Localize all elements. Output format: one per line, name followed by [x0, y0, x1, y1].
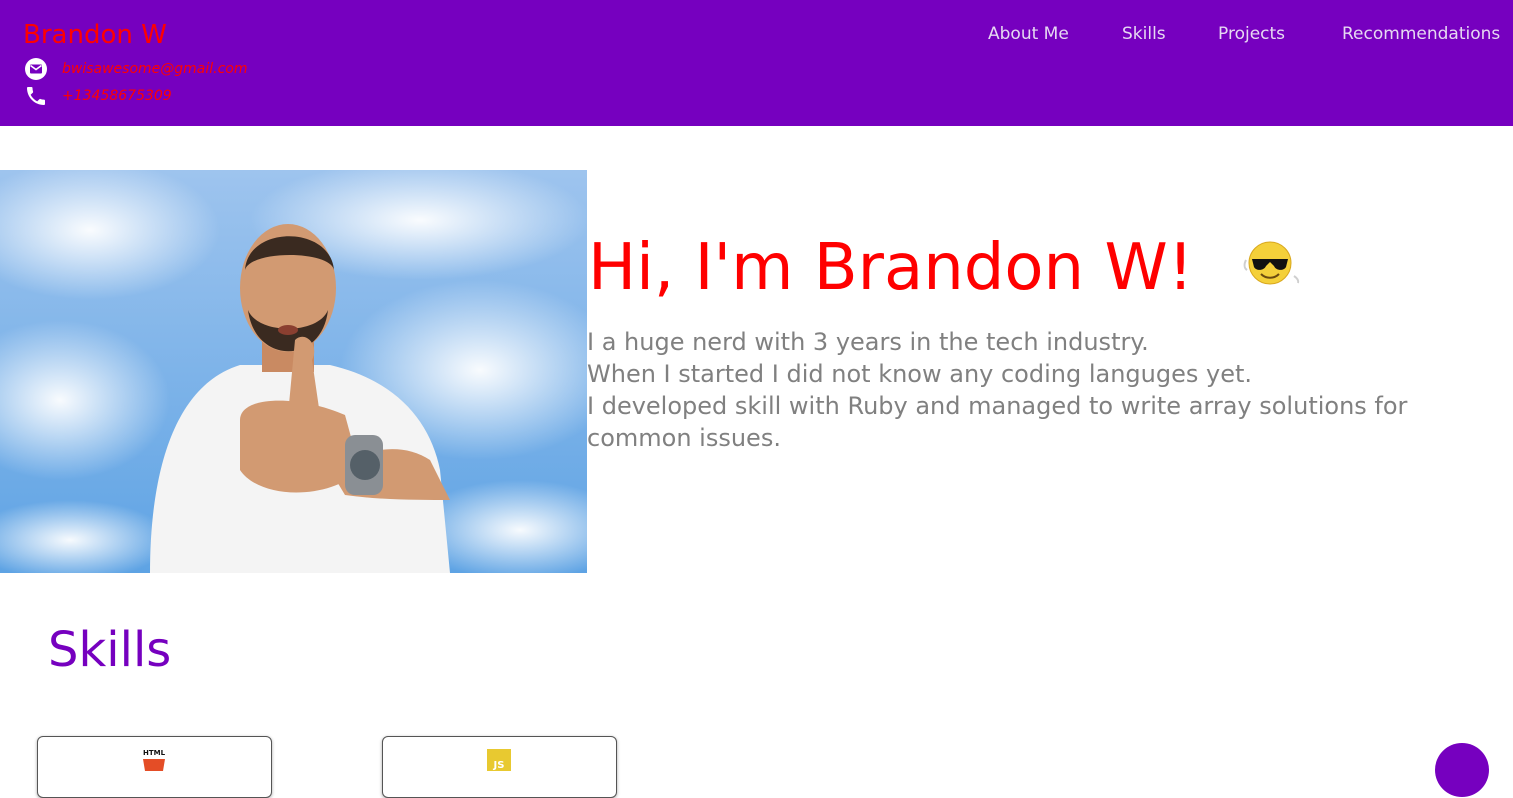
html-logo-text: HTML — [143, 749, 166, 757]
nav-about-me[interactable]: About Me — [988, 24, 1069, 44]
phone-row: +13458675309 — [24, 84, 172, 108]
hero-title: Hi, I'm Brandon W! — [588, 231, 1194, 305]
js-logo-text: JS — [493, 760, 505, 771]
phone-icon — [27, 87, 45, 105]
profile-photo — [0, 170, 587, 573]
top-header: Brandon W bwisawesome@gmail.com +1345867… — [0, 0, 1513, 126]
main-nav: About Me Skills Projects Recommendations — [0, 24, 1513, 48]
nav-skills[interactable]: Skills — [1122, 24, 1166, 44]
email-link[interactable]: bwisawesome@gmail.com — [62, 61, 248, 77]
email-row: bwisawesome@gmail.com — [24, 57, 248, 81]
bio-line: I a huge nerd with 3 years in the tech i… — [587, 328, 1149, 356]
sunglasses-emoji-icon — [1243, 241, 1300, 285]
nav-projects[interactable]: Projects — [1218, 24, 1285, 44]
bio-line: I developed skill with Ruby and managed … — [587, 392, 1408, 420]
html5-icon: HTML — [143, 749, 166, 771]
javascript-icon: JS — [487, 749, 511, 771]
bio-line: common issues. — [587, 424, 781, 452]
bio-line: When I started I did not know any coding… — [587, 360, 1253, 388]
nav-recommendations[interactable]: Recommendations — [1342, 24, 1500, 44]
skill-card-javascript[interactable]: JS — [382, 736, 617, 798]
phone-link[interactable]: +13458675309 — [62, 88, 172, 104]
skills-heading: Skills — [48, 622, 172, 678]
skill-card-html[interactable]: HTML — [37, 736, 272, 798]
scroll-top-button[interactable] — [1435, 743, 1489, 797]
email-icon — [25, 58, 47, 80]
hero-bio: I a huge nerd with 3 years in the tech i… — [587, 326, 1487, 454]
